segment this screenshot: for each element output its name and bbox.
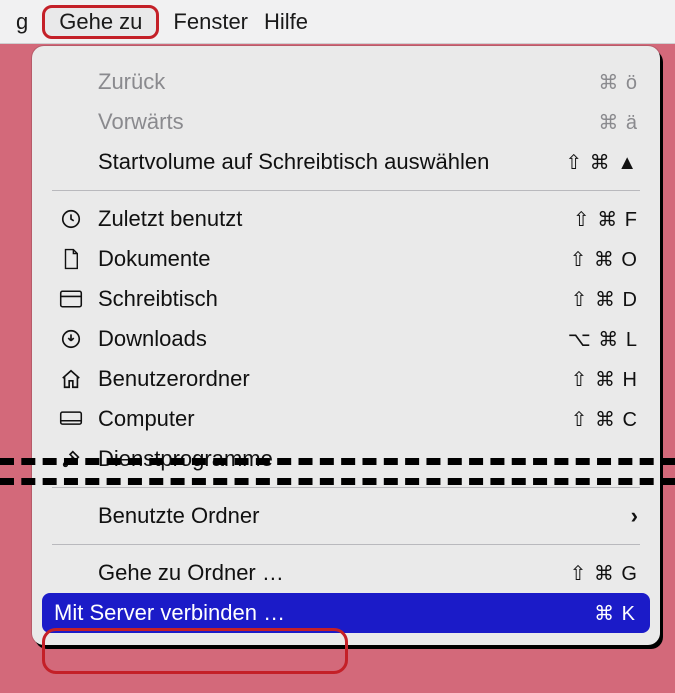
menu-label: Zuletzt benutzt <box>98 206 573 232</box>
menu-item-forward: • Vorwärts ⌘ ä <box>32 102 660 142</box>
menu-item-computer[interactable]: Computer ⇧ ⌘ C <box>32 399 660 439</box>
tools-icon <box>54 448 88 470</box>
menu-item-desktop[interactable]: Schreibtisch ⇧ ⌘ D <box>32 279 660 319</box>
separator <box>52 190 640 191</box>
menu-shortcut: ⌘ K <box>594 601 636 626</box>
menu-item-startvolume[interactable]: • Startvolume auf Schreibtisch auswählen… <box>32 142 660 182</box>
computer-icon <box>54 409 88 429</box>
menu-label: Gehe zu Ordner … <box>98 560 570 586</box>
menu-label: Dokumente <box>98 246 570 272</box>
document-icon <box>54 248 88 270</box>
menu-label: Mit Server verbinden … <box>54 600 594 626</box>
dropdown-menu: • Zurück ⌘ ö • Vorwärts ⌘ ä • Startvolum… <box>32 46 660 645</box>
menu-item-goto-folder[interactable]: • Gehe zu Ordner … ⇧ ⌘ G <box>32 553 660 593</box>
menu-item-documents[interactable]: Dokumente ⇧ ⌘ O <box>32 239 660 279</box>
menu-shortcut: ⌘ ä <box>598 110 638 135</box>
menu-shortcut: ⇧ ⌘ O <box>570 247 638 272</box>
download-icon <box>54 328 88 350</box>
desktop-icon <box>54 289 88 309</box>
menubar-item-fenster[interactable]: Fenster <box>165 5 256 39</box>
menu-label: Benutzerordner <box>98 366 571 392</box>
menu-label: Zurück <box>98 69 598 95</box>
menu-label: Startvolume auf Schreibtisch auswählen <box>98 149 565 175</box>
menu-item-home[interactable]: Benutzerordner ⇧ ⌘ H <box>32 359 660 399</box>
menu-label: Downloads <box>98 326 568 352</box>
menu-shortcut: ⇧ ⌘ C <box>571 407 638 432</box>
home-icon <box>54 368 88 390</box>
menu-label: Schreibtisch <box>98 286 571 312</box>
menu-label: Benutzte Ordner <box>98 503 631 529</box>
menu-item-recents[interactable]: Zuletzt benutzt ⇧ ⌘ F <box>32 199 660 239</box>
menu-label: Vorwärts <box>98 109 598 135</box>
menu-item-downloads[interactable]: Downloads ⌥ ⌘ L <box>32 319 660 359</box>
menu-shortcut: ⌥ ⌘ L <box>568 327 638 352</box>
menu-label: Computer <box>98 406 571 432</box>
menu-item-back: • Zurück ⌘ ö <box>32 62 660 102</box>
menubar: g Gehe zu Fenster Hilfe <box>0 0 675 44</box>
separator <box>52 544 640 545</box>
menu-shortcut: ⌘ ö <box>598 70 638 95</box>
clock-icon <box>54 208 88 230</box>
menu-shortcut: ⇧ ⌘ D <box>571 287 638 312</box>
menu-item-connect-server[interactable]: Mit Server verbinden … ⌘ K <box>42 593 650 633</box>
menu-shortcut: ⇧ ⌘ H <box>571 367 638 392</box>
separator <box>52 487 640 488</box>
menu-shortcut: ⇧ ⌘ G <box>570 561 638 586</box>
menu-shortcut: ⇧ ⌘ ▲ <box>565 150 638 175</box>
menubar-item-gehe-zu[interactable]: Gehe zu <box>42 5 159 39</box>
menu-label: Dienstprogramme <box>98 446 638 472</box>
menubar-item-hilfe[interactable]: Hilfe <box>256 5 316 39</box>
menu-item-utilities[interactable]: Dienstprogramme <box>32 439 660 479</box>
menubar-fragment: g <box>8 5 36 39</box>
chevron-right-icon: › <box>631 503 638 529</box>
menu-shortcut: ⇧ ⌘ F <box>573 207 638 232</box>
menu-item-recent-folders[interactable]: • Benutzte Ordner › <box>32 496 660 536</box>
